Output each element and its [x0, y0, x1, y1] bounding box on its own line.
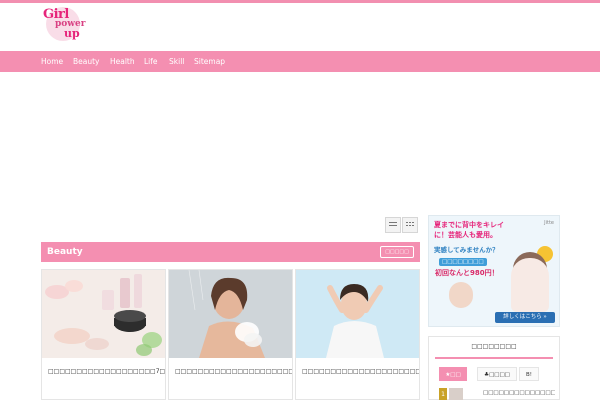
- nav-item-sitemap[interactable]: Sitemap: [194, 51, 225, 72]
- page: Girl power up Home Beauty Health Life Sk…: [0, 0, 600, 400]
- nav-item-life[interactable]: Life: [144, 51, 158, 72]
- article-card[interactable]: □□□□□□□□□□□□□□□□□□□□□□□□□□□□□3□: [168, 269, 293, 400]
- nav-item-home[interactable]: Home: [41, 51, 63, 72]
- site-logo[interactable]: Girl power up: [43, 6, 86, 42]
- ad-model-image: [511, 258, 549, 312]
- article-title[interactable]: □□□□□□□□□□□□□□□□□□□7□□□□□□□□□□□□□□□□□□□□…: [48, 367, 165, 377]
- main-nav: Home Beauty Health Life Skill Sitemap: [0, 51, 600, 72]
- article-title[interactable]: □□□□□□□□□□□□□□□□□□□□□□□□□□□□□□□□□□: [302, 367, 419, 377]
- article-card[interactable]: □□□□□□□□□□□□□□□□□□□□□□□□□□□□□□□□□□: [295, 269, 420, 400]
- beauty-section-header: Beauty □□□□□: [41, 242, 420, 262]
- logo-word-up: up: [64, 27, 80, 40]
- top-accent-strip: [0, 0, 600, 3]
- ranking-tab-bookmark[interactable]: B!: [519, 367, 539, 381]
- ranking-title: □□□□□□□□: [471, 343, 517, 350]
- article-thumbnail[interactable]: [169, 270, 292, 358]
- ad-price: 初回なんと980円！: [435, 269, 499, 277]
- ranking-tab-popular[interactable]: ★□□: [439, 367, 467, 381]
- cosmetics-image: [42, 270, 165, 358]
- ranking-tab-category[interactable]: ♣□□□□: [477, 367, 517, 381]
- list-view-icon: [389, 222, 397, 228]
- grid-view-icon: [406, 222, 414, 228]
- ad-headline: 夏までに背中をキレイに！芸能人も愛用。: [434, 221, 504, 239]
- ad-cta-button[interactable]: 詳しくはこちら »: [495, 312, 555, 323]
- sidebar-ad-banner[interactable]: Jitte 夏までに背中をキレイに！芸能人も愛用。 実感してみませんか？ □□□…: [428, 215, 560, 327]
- ranking-divider: [435, 357, 553, 359]
- shower-woman-image: [169, 270, 292, 358]
- article-thumbnail[interactable]: [296, 270, 419, 358]
- article-card[interactable]: □□□□□□□□□□□□□□□□□□□7□□□□□□□□□□□□□□□□□□□□…: [41, 269, 166, 400]
- ad-brand: Jitte: [544, 220, 554, 226]
- section-title: Beauty: [47, 247, 83, 257]
- rank-number: 1: [439, 388, 447, 400]
- ad-subheadline: 実感してみませんか？: [434, 246, 499, 254]
- rank-thumbnail[interactable]: [449, 388, 463, 400]
- article-thumbnail[interactable]: [42, 270, 165, 358]
- ad-cartoon-image: [449, 282, 473, 308]
- list-view-button[interactable]: [385, 217, 401, 233]
- rank-item-title[interactable]: □□□□□□□□□□□□□□□□□: [483, 390, 555, 396]
- ad-question-label: □□□□□□□□: [439, 258, 487, 266]
- more-button[interactable]: □□□□□: [380, 246, 414, 258]
- stretching-woman-image: [296, 270, 419, 358]
- ranking-widget: □□□□□□□□ ★□□ ♣□□□□ B! 1 □□□□□□□□□□□□□□□□…: [428, 336, 560, 400]
- nav-item-beauty[interactable]: Beauty: [73, 51, 100, 72]
- grid-view-button[interactable]: [402, 217, 418, 233]
- article-title[interactable]: □□□□□□□□□□□□□□□□□□□□□□□□□□□□□3□: [175, 367, 292, 377]
- nav-item-health[interactable]: Health: [110, 51, 135, 72]
- nav-item-skill[interactable]: Skill: [169, 51, 184, 72]
